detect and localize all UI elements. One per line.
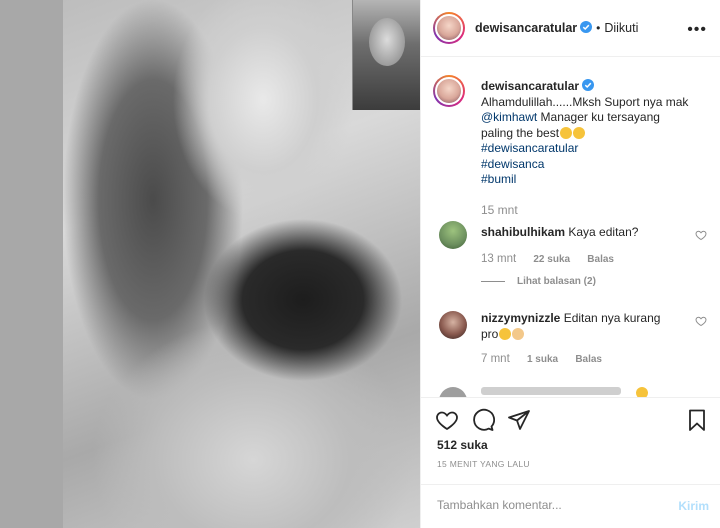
heart-icon[interactable]	[435, 408, 459, 432]
follow-status[interactable]: Diikuti	[604, 21, 638, 35]
comment-body: Editan nya kurang	[563, 311, 661, 325]
more-options-icon[interactable]: •••	[687, 22, 707, 38]
caption-username[interactable]: dewisancaratular	[481, 79, 579, 93]
comment-meta: 13 mnt 22 suka Balas	[481, 253, 628, 265]
hashtag-link[interactable]: #dewisanca	[481, 157, 711, 173]
verified-badge-icon	[580, 21, 593, 33]
comment-time[interactable]: 13 mnt	[481, 253, 516, 265]
comment-icon[interactable]	[471, 408, 495, 432]
post-header: dewisancaratular • Diikuti •••	[421, 0, 720, 57]
add-comment-bar: Kirim	[421, 484, 720, 528]
comment-body: Kaya editan?	[568, 225, 639, 239]
comment-text	[481, 387, 621, 395]
follow-separator: •	[596, 21, 601, 35]
comment-avatar[interactable]	[439, 221, 467, 249]
caption-line-2: Manager ku tersayang	[537, 110, 660, 124]
hashtag-link[interactable]: #bumil	[481, 172, 711, 188]
post-timestamp[interactable]: 15 MENIT YANG LALU	[437, 459, 530, 469]
caption-time[interactable]: 15 mnt	[481, 203, 518, 217]
pip-face	[369, 18, 405, 66]
emoji-icon	[573, 126, 586, 139]
view-replies-button[interactable]: Lihat balasan (2)	[481, 276, 596, 287]
comment-text: nizzymynizzle Editan nya kurang pro	[481, 311, 681, 342]
post-photo[interactable]	[63, 0, 420, 528]
caption-line-1: Alhamdulillah......Mksh Suport nya mak	[481, 94, 689, 109]
comments-list[interactable]: dewisancaratular Alhamdulillah......Mksh…	[421, 57, 720, 397]
comment-avatar[interactable]	[439, 311, 467, 339]
video-call-thumbnail	[352, 0, 420, 110]
post-panel: dewisancaratular • Diikuti ••• dewisanca…	[420, 0, 720, 528]
header-username[interactable]: dewisancaratular	[475, 21, 593, 35]
comment-meta: 7 mnt 1 suka Balas	[481, 353, 616, 365]
divider-line	[481, 280, 505, 282]
caption-text: dewisancaratular Alhamdulillah......Mksh…	[481, 79, 711, 188]
verified-badge-icon	[582, 79, 595, 91]
heart-icon[interactable]	[695, 315, 707, 327]
comment-item-partial	[433, 387, 713, 397]
comment-body-line-2: pro	[481, 326, 499, 341]
emoji-icon	[636, 387, 648, 397]
heart-icon[interactable]	[695, 229, 707, 241]
hashtag-link[interactable]: #dewisancaratular	[481, 141, 711, 157]
post-actions: 512 suka 15 MENIT YANG LALU Kirim	[421, 397, 720, 528]
emoji-icon	[512, 327, 525, 340]
comment-username[interactable]: nizzymynizzle	[481, 311, 560, 325]
comment-input[interactable]	[437, 498, 657, 512]
emoji-icon	[499, 327, 512, 340]
header-avatar[interactable]	[433, 12, 465, 44]
reply-button[interactable]: Balas	[587, 254, 614, 265]
emoji-icon	[560, 126, 573, 139]
bookmark-icon[interactable]	[685, 408, 709, 432]
post-comment-button[interactable]: Kirim	[678, 499, 709, 513]
comment-likes[interactable]: 1 suka	[527, 354, 558, 365]
comment-likes[interactable]: 22 suka	[533, 254, 570, 265]
caption-line-3: paling the best	[481, 125, 560, 140]
likes-count[interactable]: 512 suka	[437, 438, 488, 452]
share-icon[interactable]	[507, 408, 531, 432]
comment-username[interactable]: shahibulhikam	[481, 225, 565, 239]
mention-link[interactable]: @kimhawt	[481, 110, 537, 124]
comment-avatar[interactable]	[439, 387, 467, 397]
caption-avatar[interactable]	[433, 75, 465, 107]
comment-time[interactable]: 7 mnt	[481, 353, 510, 365]
comment-text: shahibulhikam Kaya editan?	[481, 225, 681, 241]
reply-button[interactable]: Balas	[575, 354, 602, 365]
post-media[interactable]	[0, 0, 420, 528]
